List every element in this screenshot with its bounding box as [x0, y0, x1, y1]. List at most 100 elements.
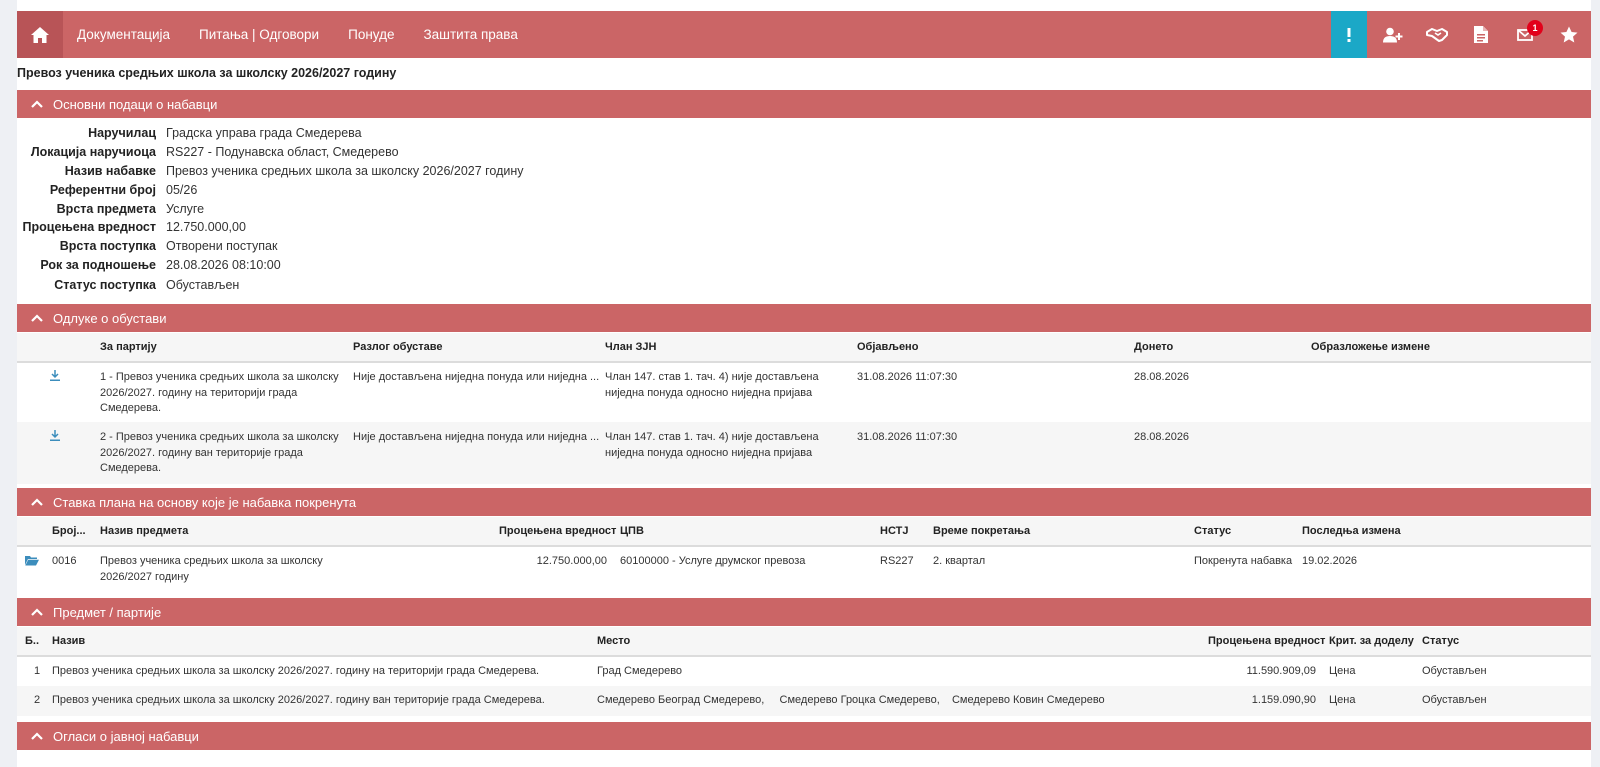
lot-place-cell: Град Смедерево: [597, 665, 683, 677]
download-button[interactable]: [50, 370, 60, 384]
chevron-up-icon: [31, 608, 45, 616]
basic-info-header[interactable]: Основни подаци о набавци: [17, 90, 1591, 118]
article-cell: Члан 147. став 1. тач. 4) није достављен…: [605, 370, 819, 401]
page-frame: Документација Питања | Одговори Понуде З…: [17, 0, 1591, 767]
favorite-button[interactable]: [1547, 11, 1591, 58]
column-header[interactable]: ЦПВ: [620, 525, 644, 537]
column-header[interactable]: Време покретања: [933, 525, 1030, 537]
column-header[interactable]: Разлог обуставе: [353, 341, 443, 353]
lots-header[interactable]: Предмет / партије: [17, 598, 1591, 626]
lot-line: 2026/2027. годину ван територије града: [100, 446, 303, 459]
document-button[interactable]: [1459, 11, 1503, 58]
info-row-procedure-type: Врста поступка Отворени поступак: [17, 239, 278, 258]
basic-info-title: Основни подаци о набавци: [53, 96, 218, 112]
info-row-subject-type: Врста предмета Услуге: [17, 202, 204, 221]
info-label: Назив набавке: [64, 164, 156, 178]
lot-name-cell: Превоз ученика средњих школа за школску …: [52, 665, 540, 677]
plan-name-line: Превоз ученика средњих школа за школску: [100, 555, 323, 567]
info-value: 05/26: [166, 183, 198, 197]
top-navigation: Документација Питања | Одговори Понуде З…: [17, 11, 1591, 58]
column-header[interactable]: Крит. за доделу: [1329, 635, 1414, 647]
table-row: 1 Превоз ученика средњих школа за школск…: [17, 657, 1591, 686]
info-label: Врста предмета: [56, 202, 156, 216]
plan-number-cell: 0016: [52, 555, 77, 567]
plan-nstj-cell: RS227: [880, 555, 914, 567]
info-label: Наручилац: [88, 126, 156, 140]
open-folder-button[interactable]: [25, 555, 39, 569]
download-icon: [50, 370, 60, 381]
plan-item-header[interactable]: Ставка плана на основу које је набавка п…: [17, 488, 1591, 516]
messages-button[interactable]: 1: [1503, 11, 1547, 58]
lot-number-cell: 2: [34, 694, 41, 706]
handshake-button[interactable]: [1415, 11, 1459, 58]
info-value: Превоз ученика средњих школа за школску …: [166, 164, 524, 178]
info-value: Градска управа града Смедерева: [166, 126, 362, 140]
plan-start-cell: 2. квартал: [933, 555, 986, 567]
add-user-button[interactable]: [1371, 11, 1415, 58]
lots-table-header: Б.. Назив Место Процењена вредност Крит.…: [17, 627, 1591, 657]
column-header[interactable]: Објављено: [857, 341, 918, 353]
lot-value-cell: 11.590.909,09: [1246, 665, 1316, 677]
info-label: Процењена вредност: [22, 220, 156, 234]
info-label: Рок за подношење: [40, 258, 156, 272]
info-value: Обустављен: [166, 278, 240, 292]
plan-name-cell: Превоз ученика средњих школа за школску …: [100, 554, 323, 585]
published-cell: 31.08.2026 11:07:30: [857, 371, 958, 383]
column-header[interactable]: Донето: [1134, 341, 1173, 353]
info-row-procurement-name: Назив набавке Превоз ученика средњих шко…: [17, 164, 524, 183]
ads-header[interactable]: Огласи о јавној набавци: [17, 722, 1591, 750]
column-header[interactable]: За партију: [100, 341, 157, 353]
info-label: Статус поступка: [54, 278, 156, 292]
column-header[interactable]: Процењена вредност: [499, 525, 616, 537]
home-button[interactable]: [17, 11, 63, 58]
column-header[interactable]: Члан ЗЈН: [605, 341, 657, 353]
info-label: Врста поступка: [59, 239, 156, 253]
lot-name-cell: Превоз ученика средњих школа за школску …: [52, 694, 545, 706]
column-header[interactable]: Назив предмета: [100, 525, 188, 537]
lot-line: 2 - Превоз ученика средњих школа за школ…: [100, 431, 339, 443]
info-row-deadline: Рок за подношење 28.08.2026 08:10:00: [17, 258, 280, 277]
column-header[interactable]: Статус: [1422, 635, 1459, 647]
home-icon: [31, 26, 49, 43]
plan-value-cell: 12.750.000,00: [536, 555, 607, 567]
article-line: Члан 147. став 1. тач. 4) није достављен…: [605, 371, 819, 383]
chevron-up-icon: [31, 314, 45, 322]
download-button[interactable]: [50, 430, 60, 444]
column-header[interactable]: Статус: [1194, 525, 1231, 537]
chevron-up-icon: [31, 100, 45, 108]
decisions-header[interactable]: Одлуке о обустави: [17, 304, 1591, 332]
alert-button[interactable]: [1331, 11, 1367, 58]
folder-open-icon: [25, 556, 39, 566]
info-row-reference-number: Референтни број 05/26: [17, 183, 197, 202]
lot-line: Смедерева.: [100, 402, 162, 414]
table-row: 1 - Превоз ученика средњих школа за школ…: [17, 363, 1591, 422]
column-header[interactable]: Назив: [52, 635, 85, 647]
info-value: Услуге: [166, 202, 205, 216]
column-header[interactable]: Б..: [25, 635, 39, 647]
published-cell: 31.08.2026 11:07:30: [857, 431, 958, 443]
column-header[interactable]: Број...: [52, 525, 86, 537]
column-header[interactable]: НСТЈ: [880, 525, 908, 537]
plan-item-title: Ставка плана на основу које је набавка п…: [53, 494, 357, 510]
table-row: 2 - Превоз ученика средњих школа за школ…: [17, 422, 1591, 484]
column-header[interactable]: Последња измена: [1302, 525, 1401, 537]
column-header[interactable]: Образложење измене: [1311, 341, 1430, 353]
info-value: 12.750.000,00: [166, 220, 246, 234]
nav-rights-protection[interactable]: Заштита права: [423, 27, 517, 42]
lot-value-cell: 1.159.090,90: [1251, 694, 1316, 706]
info-row-location: Локација наручиоца RS227 - Подунавска об…: [17, 145, 399, 164]
star-icon: [1560, 26, 1578, 43]
column-header[interactable]: Место: [597, 635, 630, 647]
document-icon: [1474, 26, 1488, 43]
nav-questions-answers[interactable]: Питања | Одговори: [199, 27, 319, 42]
nav-documentation[interactable]: Документација: [77, 27, 170, 42]
lot-criteria-cell: Цена: [1329, 694, 1356, 706]
table-row: 0016 Превоз ученика средњих школа за шко…: [17, 547, 1591, 590]
nav-offers[interactable]: Понуде: [348, 27, 394, 42]
decisions-title: Одлуке о обустави: [53, 310, 167, 326]
column-header[interactable]: Процењена вредност: [1208, 635, 1325, 647]
lot-line: 2026/2027. годину на територији града: [100, 386, 298, 399]
lot-number-cell: 1: [34, 665, 41, 677]
download-icon: [50, 430, 60, 441]
nav-actions: 1: [1331, 11, 1591, 58]
